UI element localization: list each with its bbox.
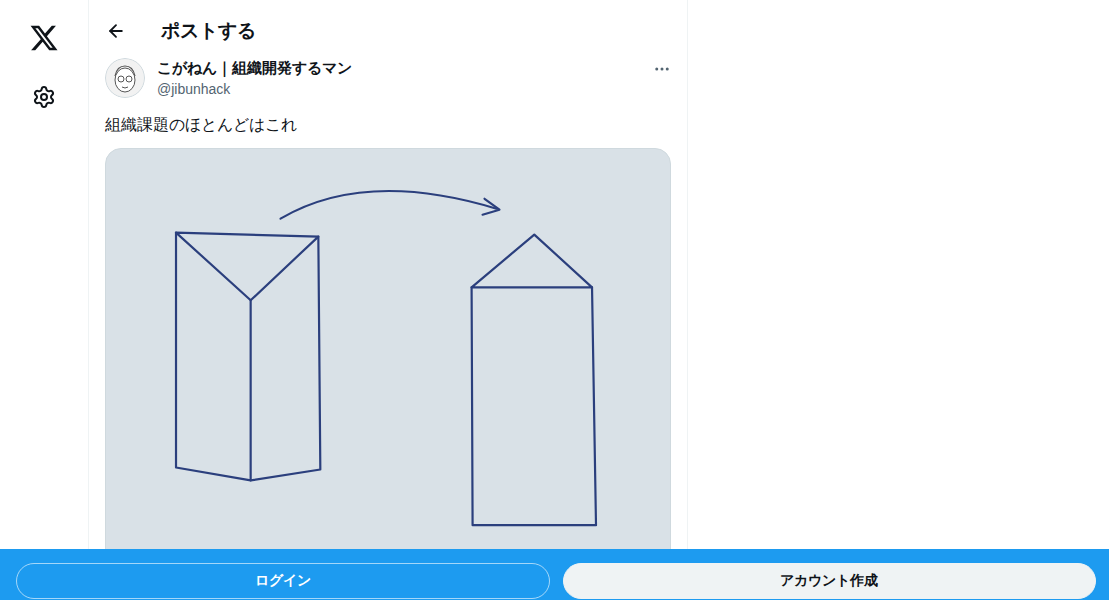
author-info: こがねん｜組織開発するマン @jibunhack — [157, 58, 641, 98]
drawing-icon — [106, 149, 670, 567]
more-button[interactable] — [653, 56, 671, 78]
login-button[interactable]: ログイン — [16, 563, 550, 599]
header: ポストする — [89, 0, 687, 52]
arrow-left-icon — [106, 21, 126, 41]
signup-button[interactable]: アカウント作成 — [563, 563, 1097, 599]
post-text: 組織課題のほとんどはこれ — [105, 114, 671, 136]
post: こがねん｜組織開発するマン @jibunhack 組織課題のほとんどはこれ — [89, 52, 687, 568]
author-handle[interactable]: @jibunhack — [157, 80, 641, 98]
more-icon — [653, 60, 671, 78]
main-column: ポストするこがねん｜組織開発するマン @jibunhack 組織課題のほとんどはこれ — [88, 0, 688, 600]
back-button[interactable] — [105, 20, 127, 42]
sidebar — [0, 0, 88, 600]
author-row: こがねん｜組織開発するマン @jibunhack — [105, 56, 671, 100]
page: ポストするこがねん｜組織開発するマン @jibunhack 組織課題のほとんどはこれ… — [0, 0, 1109, 600]
bottom-bar: ログインアカウント作成 — [0, 549, 1109, 600]
author-name[interactable]: こがねん｜組織開発するマン — [157, 58, 641, 78]
post-photo[interactable] — [105, 148, 671, 568]
header-title: ポストする — [161, 19, 256, 44]
settings-button[interactable] — [28, 81, 60, 113]
x-logo-button[interactable] — [28, 22, 60, 54]
x-logo-icon — [29, 23, 59, 53]
gear-icon — [32, 85, 56, 109]
avatar-icon[interactable] — [105, 58, 145, 98]
